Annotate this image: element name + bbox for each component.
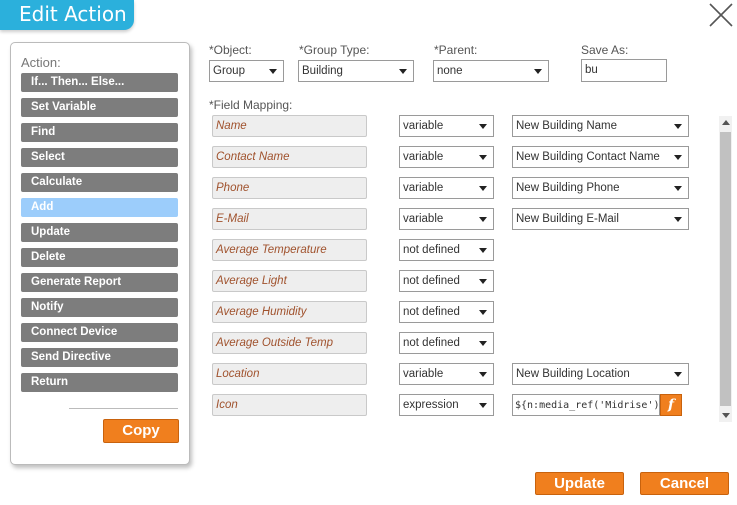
chevron-down-icon [479, 403, 487, 408]
parent-label: *Parent: [434, 43, 478, 57]
chevron-down-icon [674, 155, 682, 160]
mode-select-value: expression [403, 399, 459, 411]
mode-select-average-temperature[interactable]: not defined [399, 239, 494, 261]
mode-select-value: variable [403, 120, 444, 132]
object-select-value: Group [213, 65, 245, 77]
chevron-down-icon [674, 372, 682, 377]
action-add[interactable]: Add [21, 198, 178, 217]
chevron-down-icon [674, 124, 682, 129]
scrollbar-thumb[interactable] [720, 132, 731, 406]
value-select-value: New Building Phone [516, 182, 620, 194]
scroll-down-icon[interactable] [722, 413, 730, 418]
function-icon[interactable]: f [660, 394, 682, 416]
parent-select[interactable]: none [433, 60, 549, 82]
mode-select-value: not defined [403, 306, 460, 318]
value-select-value: New Building Location [516, 368, 630, 380]
value-select-value: New Building Contact Name [516, 151, 660, 163]
mode-select-value: not defined [403, 275, 460, 287]
field-email: E-Mail [212, 208, 367, 230]
cancel-button[interactable]: Cancel [640, 472, 729, 495]
field-average-outside-temp: Average Outside Temp [212, 332, 367, 354]
field-average-light: Average Light [212, 270, 367, 292]
chevron-down-icon [479, 279, 487, 284]
chevron-down-icon [399, 69, 407, 74]
scrollbar[interactable] [719, 116, 732, 422]
group-type-select-value: Building [302, 65, 343, 77]
dialog-title: Edit Action [19, 2, 127, 26]
chevron-down-icon [479, 155, 487, 160]
chevron-down-icon [479, 248, 487, 253]
action-generate-report[interactable]: Generate Report [21, 273, 178, 292]
field-icon: Icon [212, 394, 367, 416]
expression-input[interactable]: ${n:media_ref('Midrise')} [512, 394, 660, 416]
action-panel: Action: If... Then... Else... Set Variab… [10, 42, 190, 465]
action-calculate[interactable]: Calculate [21, 173, 178, 192]
action-if-then-else[interactable]: If... Then... Else... [21, 73, 178, 92]
action-send-directive[interactable]: Send Directive [21, 348, 178, 367]
mode-select-value: not defined [403, 244, 460, 256]
divider [69, 408, 178, 409]
field-average-humidity: Average Humidity [212, 301, 367, 323]
mode-select-value: variable [403, 182, 444, 194]
value-select-location[interactable]: New Building Location [512, 363, 689, 385]
save-as-label: Save As: [581, 43, 629, 57]
action-set-variable[interactable]: Set Variable [21, 98, 178, 117]
chevron-down-icon [479, 186, 487, 191]
chevron-down-icon [674, 186, 682, 191]
mode-select-phone[interactable]: variable [399, 177, 494, 199]
field-average-temperature: Average Temperature [212, 239, 367, 261]
action-select[interactable]: Select [21, 148, 178, 167]
scroll-up-icon[interactable] [722, 120, 730, 125]
update-button[interactable]: Update [535, 472, 624, 495]
value-select-phone[interactable]: New Building Phone [512, 177, 689, 199]
value-select-email[interactable]: New Building E-Mail [512, 208, 689, 230]
chevron-down-icon [534, 69, 542, 74]
field-contact-name: Contact Name [212, 146, 367, 168]
parent-select-value: none [437, 65, 463, 77]
action-update[interactable]: Update [21, 223, 178, 242]
chevron-down-icon [479, 124, 487, 129]
field-phone: Phone [212, 177, 367, 199]
value-select-name[interactable]: New Building Name [512, 115, 689, 137]
object-select[interactable]: Group [209, 60, 284, 82]
mode-select-value: not defined [403, 337, 460, 349]
mode-select-email[interactable]: variable [399, 208, 494, 230]
mode-select-average-outside-temp[interactable]: not defined [399, 332, 494, 354]
field-name: Name [212, 115, 367, 137]
chevron-down-icon [479, 310, 487, 315]
close-icon[interactable] [707, 2, 735, 28]
mode-select-average-light[interactable]: not defined [399, 270, 494, 292]
action-label: Action: [21, 55, 61, 70]
action-return[interactable]: Return [21, 373, 178, 392]
field-mapping-label: *Field Mapping: [209, 98, 293, 112]
object-label: *Object: [209, 43, 252, 57]
chevron-down-icon [479, 372, 487, 377]
mode-select-location[interactable]: variable [399, 363, 494, 385]
chevron-down-icon [479, 217, 487, 222]
chevron-down-icon [269, 69, 277, 74]
save-as-input[interactable]: bu [581, 59, 667, 82]
field-location: Location [212, 363, 367, 385]
mode-select-contact-name[interactable]: variable [399, 146, 494, 168]
action-delete[interactable]: Delete [21, 248, 178, 267]
group-type-select[interactable]: Building [298, 60, 414, 82]
mode-select-icon[interactable]: expression [399, 394, 494, 416]
group-type-label: *Group Type: [299, 43, 370, 57]
chevron-down-icon [479, 341, 487, 346]
chevron-down-icon [674, 217, 682, 222]
action-find[interactable]: Find [21, 123, 178, 142]
copy-button[interactable]: Copy [103, 419, 179, 443]
mode-select-average-humidity[interactable]: not defined [399, 301, 494, 323]
action-connect-device[interactable]: Connect Device [21, 323, 178, 342]
mode-select-value: variable [403, 151, 444, 163]
mode-select-name[interactable]: variable [399, 115, 494, 137]
action-notify[interactable]: Notify [21, 298, 178, 317]
dialog-title-tab: Edit Action [0, 0, 134, 30]
value-select-value: New Building Name [516, 120, 617, 132]
value-select-contact-name[interactable]: New Building Contact Name [512, 146, 689, 168]
value-select-value: New Building E-Mail [516, 213, 619, 225]
mode-select-value: variable [403, 213, 444, 225]
mode-select-value: variable [403, 368, 444, 380]
